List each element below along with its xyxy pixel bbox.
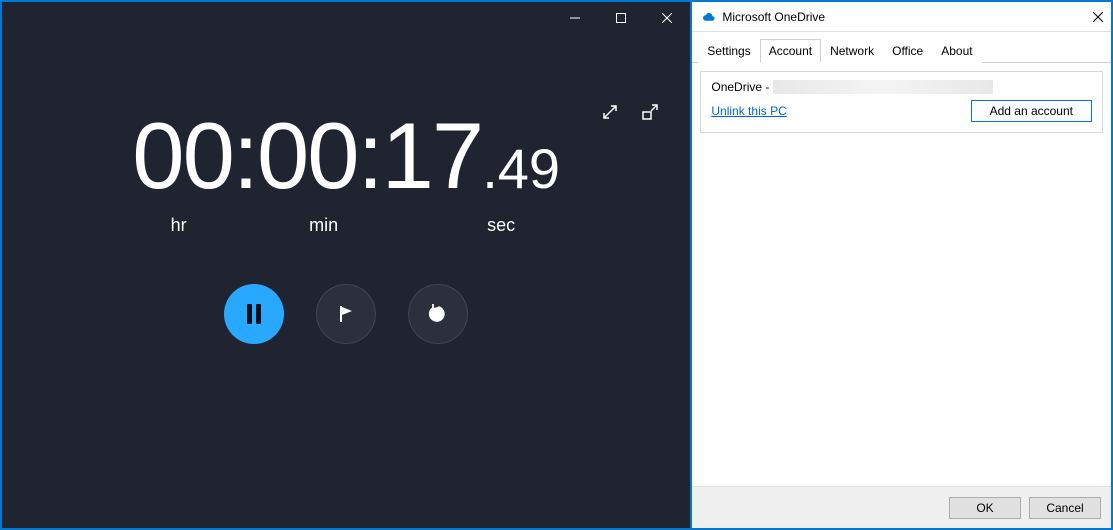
tab-about[interactable]: About (932, 39, 981, 63)
account-header: OneDrive - (711, 80, 1092, 94)
maximize-button[interactable] (598, 2, 644, 34)
tab-account[interactable]: Account (760, 39, 821, 63)
tab-network[interactable]: Network (821, 39, 883, 63)
onedrive-window: Microsoft OneDrive Settings Account Netw… (692, 2, 1111, 528)
stopwatch-body: 00:00:17 .49 hr min sec (2, 34, 690, 528)
stopwatch-window: 00:00:17 .49 hr min sec (2, 2, 690, 528)
compact-icon[interactable] (640, 102, 660, 122)
unlink-pc-link[interactable]: Unlink this PC (711, 104, 786, 118)
ok-button[interactable]: OK (949, 497, 1021, 519)
onedrive-title: Microsoft OneDrive (722, 10, 1073, 24)
stopwatch-controls (224, 284, 468, 344)
tab-office[interactable]: Office (883, 39, 932, 63)
onedrive-footer: OK Cancel (692, 486, 1111, 528)
time-frac: .49 (482, 141, 560, 197)
cloud-icon (700, 9, 716, 25)
add-account-button[interactable]: Add an account (971, 100, 1092, 122)
lap-button[interactable] (316, 284, 376, 344)
pause-button[interactable] (224, 284, 284, 344)
minimize-button[interactable] (552, 2, 598, 34)
reset-button[interactable] (408, 284, 468, 344)
time-main: 00:00:17 (132, 109, 482, 203)
time-labels: hr min sec (114, 215, 579, 236)
account-box: OneDrive - Unlink this PC Add an account (700, 71, 1103, 133)
expand-icon[interactable] (600, 102, 620, 122)
close-button[interactable] (644, 2, 690, 34)
stopwatch-titlebar (2, 2, 690, 34)
label-sec: sec (424, 215, 579, 236)
onedrive-tabs: Settings Account Network Office About (692, 32, 1111, 63)
cancel-button[interactable]: Cancel (1029, 497, 1101, 519)
label-min: min (244, 215, 404, 236)
label-hr: hr (114, 215, 244, 236)
time-display: 00:00:17 .49 (132, 109, 560, 203)
account-label: OneDrive - (711, 80, 769, 94)
tab-settings[interactable]: Settings (698, 39, 759, 63)
onedrive-close-button[interactable] (1073, 9, 1103, 25)
onedrive-titlebar: Microsoft OneDrive (692, 2, 1111, 32)
account-email-redacted (773, 80, 993, 94)
